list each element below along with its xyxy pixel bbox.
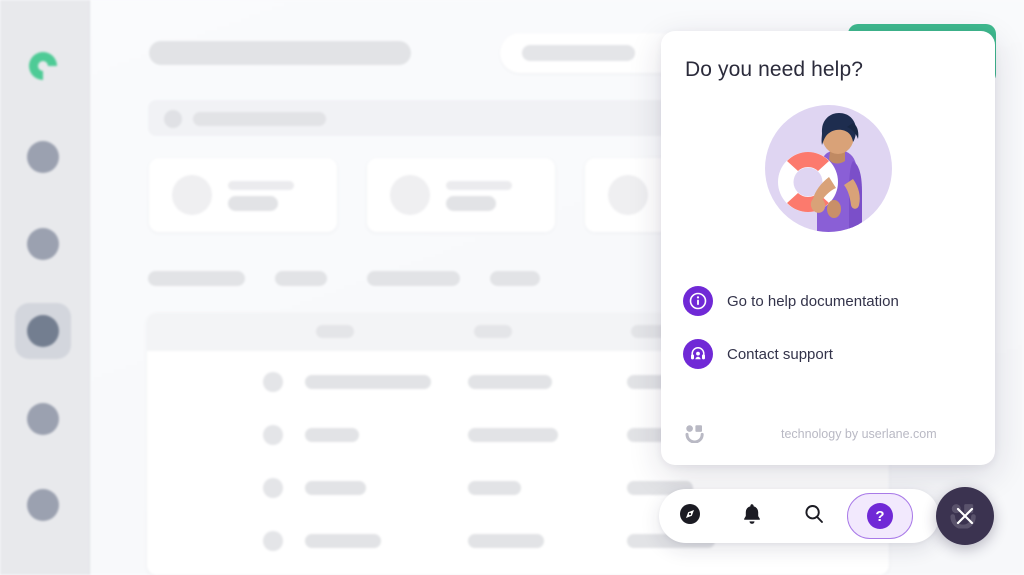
sidebar-item-2[interactable] — [27, 228, 59, 260]
sidebar-item-3[interactable] — [27, 315, 59, 347]
help-panel: Do you need help? Go to help documentati… — [661, 31, 995, 465]
person-holding-life-preserver-illustration — [764, 105, 892, 232]
toolbar-search-button[interactable] — [783, 489, 845, 543]
skeleton-cell — [468, 428, 558, 442]
help-action-contact-support[interactable]: Contact support — [683, 336, 973, 372]
skeleton-subbar-icon — [164, 110, 182, 128]
toolbar-notifications-button[interactable] — [721, 489, 783, 543]
toolbar-close-button[interactable] — [936, 487, 994, 545]
help-panel-footer: technology by userlane.com — [661, 423, 995, 445]
sidebar-item-4[interactable] — [27, 403, 59, 435]
bell-icon — [741, 502, 763, 531]
sidebar-item-5[interactable] — [27, 489, 59, 521]
skeleton-cell — [468, 481, 521, 495]
skeleton-card-avatar — [390, 175, 430, 215]
help-panel-title: Do you need help? — [685, 58, 864, 81]
skeleton-row-avatar — [263, 478, 283, 498]
skeleton-cell — [468, 375, 552, 389]
assistant-toolbar: ? — [659, 489, 939, 543]
green-c-logo — [21, 44, 65, 88]
compass-icon — [678, 502, 702, 531]
search-icon — [803, 503, 825, 530]
skeleton-page-title — [149, 41, 411, 65]
sidebar — [0, 0, 90, 575]
close-x-icon — [954, 505, 976, 527]
skeleton-card-line — [446, 181, 512, 190]
skeleton-cell — [305, 428, 359, 442]
help-action-documentation[interactable]: Go to help documentation — [683, 283, 973, 319]
screen-root: Do you need help? Go to help documentati… — [0, 0, 1024, 575]
toolbar-explore-button[interactable] — [659, 489, 721, 543]
help-action-label: Go to help documentation — [727, 292, 899, 310]
skeleton-cell — [468, 534, 544, 548]
skeleton-card-line — [446, 196, 496, 211]
skeleton-filter-chip[interactable] — [148, 271, 245, 286]
skeleton-card-avatar — [608, 175, 648, 215]
skeleton-row-avatar — [263, 425, 283, 445]
userlane-smiley-logo — [685, 425, 707, 444]
help-actions-list: Go to help documentation Contact support — [683, 283, 973, 389]
skeleton-cell — [305, 375, 431, 389]
skeleton-row-avatar — [263, 372, 283, 392]
skeleton-cell — [305, 534, 381, 548]
skeleton-cell — [305, 481, 366, 495]
skeleton-card-line — [228, 196, 278, 211]
help-illustration-wrap — [661, 105, 995, 232]
skeleton-filter-chip[interactable] — [275, 271, 327, 286]
info-icon — [683, 286, 713, 316]
skeleton-card-line — [228, 181, 294, 190]
skeleton-column-header — [316, 325, 354, 338]
headset-support-icon — [683, 339, 713, 369]
footer-attribution: technology by userlane.com — [781, 427, 937, 441]
skeleton-column-header — [474, 325, 512, 338]
skeleton-filter-chip[interactable] — [490, 271, 540, 286]
skeleton-search-placeholder — [522, 45, 635, 61]
skeleton-filter-chip[interactable] — [367, 271, 460, 286]
skeleton-row-avatar — [263, 531, 283, 551]
skeleton-subbar-text — [193, 112, 326, 126]
skeleton-card-avatar — [172, 175, 212, 215]
toolbar-help-button[interactable]: ? — [847, 493, 913, 539]
question-mark-icon: ? — [867, 503, 893, 529]
help-action-label: Contact support — [727, 345, 833, 363]
sidebar-item-1[interactable] — [27, 141, 59, 173]
